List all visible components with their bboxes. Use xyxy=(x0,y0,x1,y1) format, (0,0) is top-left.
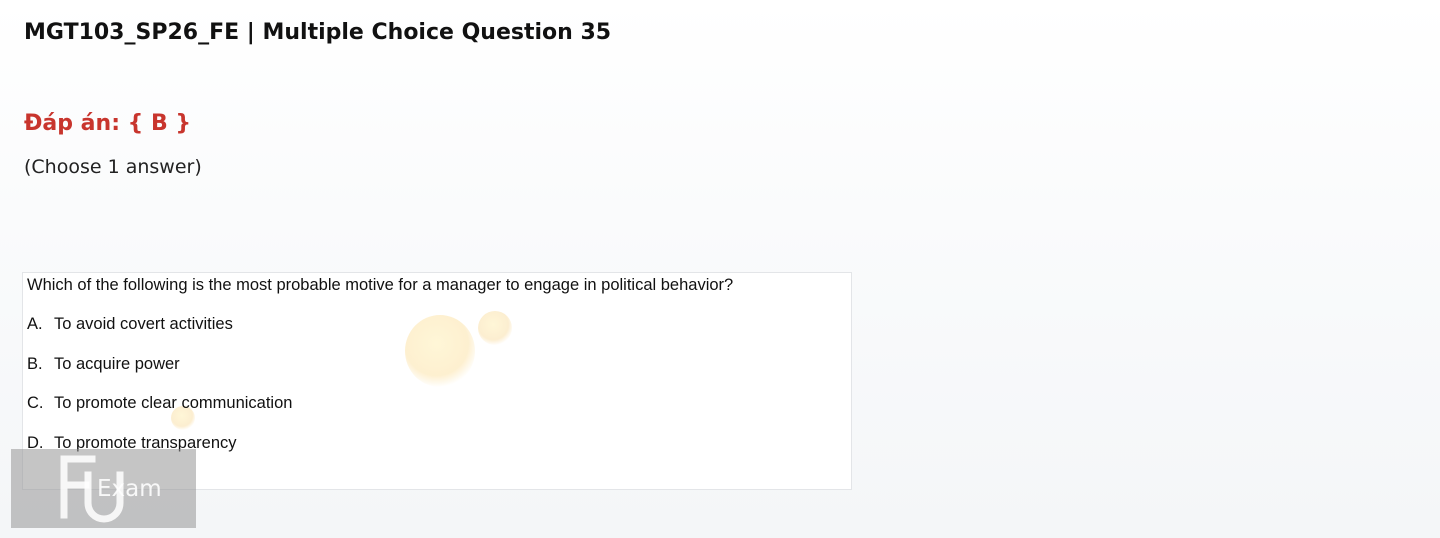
option-letter: C. xyxy=(27,394,44,412)
option-letter: B. xyxy=(27,355,43,373)
fu-exam-watermark: Exam xyxy=(11,449,196,528)
faded-emoji-decoration xyxy=(405,315,475,387)
faded-emoji-decoration xyxy=(478,311,512,345)
option-text: To acquire power xyxy=(54,355,180,373)
answer-key: Đáp án: { B } xyxy=(24,111,192,136)
answer-instruction: (Choose 1 answer) xyxy=(24,156,202,178)
option-b: B. To acquire power xyxy=(27,355,180,374)
option-text: To promote clear communication xyxy=(54,394,293,412)
watermark-text: Exam xyxy=(97,476,162,502)
question-text: Which of the following is the most proba… xyxy=(27,276,734,294)
option-letter: A. xyxy=(27,315,43,333)
option-c: C. To promote clear communication xyxy=(27,394,292,413)
option-text: To avoid covert activities xyxy=(54,315,233,333)
option-a: A. To avoid covert activities xyxy=(27,315,233,334)
page-title: MGT103_SP26_FE | Multiple Choice Questio… xyxy=(24,20,612,45)
